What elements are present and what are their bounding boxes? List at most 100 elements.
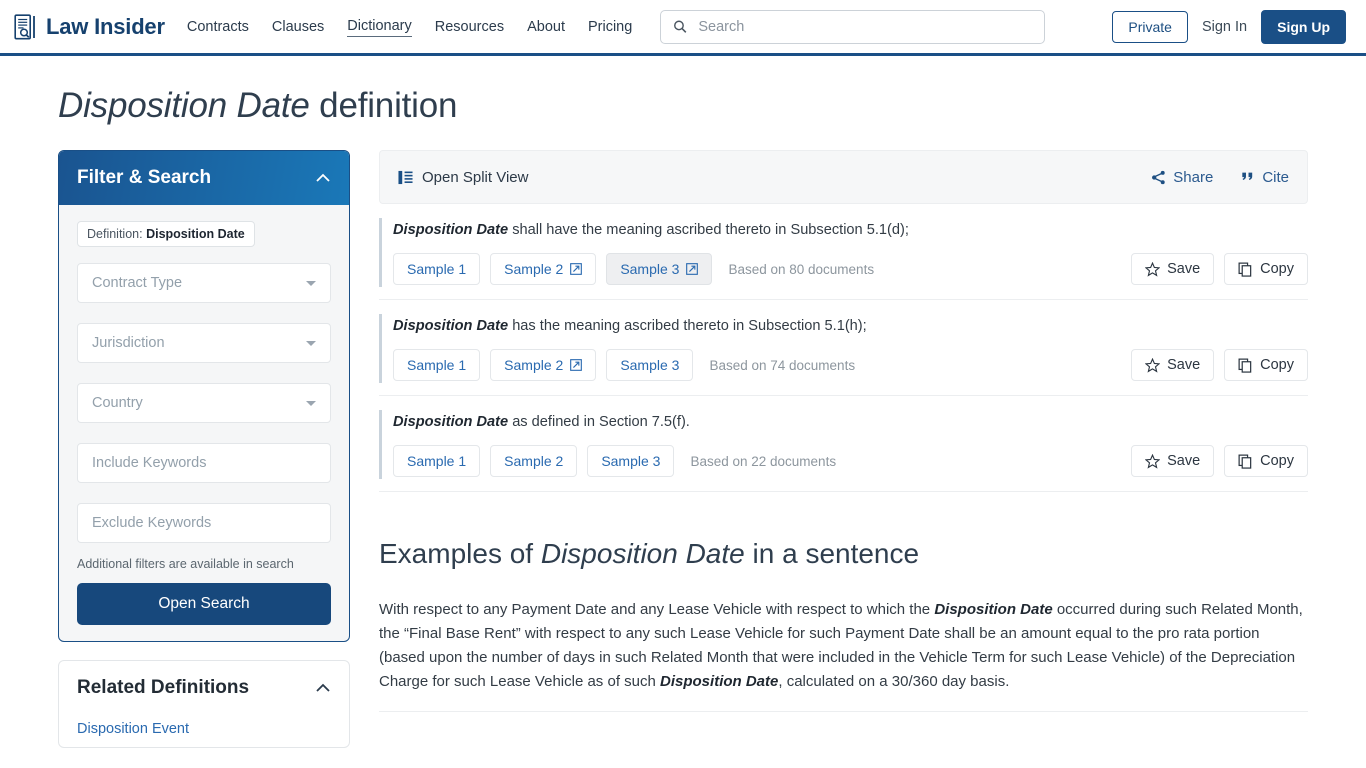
related-definitions-card: Related Definitions Disposition Event xyxy=(58,660,350,748)
save-button[interactable]: Save xyxy=(1131,445,1215,478)
chevron-up-icon[interactable] xyxy=(315,173,331,183)
external-link-icon xyxy=(570,359,583,372)
related-definition-link[interactable]: Disposition Event xyxy=(77,721,331,737)
example-bold-2: Disposition Date xyxy=(660,672,779,690)
logo[interactable]: Law Insider xyxy=(14,14,165,40)
cite-button[interactable]: Cite xyxy=(1241,169,1289,186)
sample-3-label: Sample 3 xyxy=(601,453,661,470)
related-definitions-title: Related Definitions xyxy=(77,677,250,698)
sign-up-button[interactable]: Sign Up xyxy=(1261,9,1346,44)
sample-3-label: Sample 3 xyxy=(620,261,680,278)
search-box[interactable] xyxy=(660,9,1046,44)
open-search-button[interactable]: Open Search xyxy=(77,583,331,625)
sample-1-label: Sample 1 xyxy=(407,453,467,470)
open-split-view-label: Open Split View xyxy=(422,168,529,186)
example-divider xyxy=(379,711,1308,713)
contract-type-select[interactable]: Contract Type xyxy=(77,263,331,303)
exclude-keywords-input[interactable]: Exclude Keywords xyxy=(77,503,331,543)
nav-item-clauses[interactable]: Clauses xyxy=(272,17,324,37)
definition-term: Disposition Date xyxy=(393,414,509,431)
example-paragraph: With respect to any Payment Date and any… xyxy=(379,598,1308,693)
sample-1-label: Sample 1 xyxy=(407,261,467,278)
nav-item-resources[interactable]: Resources xyxy=(435,17,504,37)
definition-term: Disposition Date xyxy=(393,222,509,238)
nav-item-about[interactable]: About xyxy=(527,17,565,37)
include-keywords-input[interactable]: Include Keywords xyxy=(77,443,331,483)
auth-actions: Private Sign In Sign Up xyxy=(1112,9,1346,44)
page-title-term: Disposition Date xyxy=(58,86,310,125)
examples-heading: Examples of Disposition Date in a senten… xyxy=(379,538,1308,570)
sample-1-label: Sample 1 xyxy=(407,357,467,374)
copy-button[interactable]: Copy xyxy=(1224,445,1308,478)
sample-1-button[interactable]: Sample 1 xyxy=(393,445,481,478)
sample-1-button[interactable]: Sample 1 xyxy=(393,349,481,382)
definition-body: shall have the meaning ascribed thereto … xyxy=(508,222,909,238)
document-search-icon xyxy=(14,13,35,40)
main-content: Open Split View Share Cite Disposition D… xyxy=(379,150,1308,748)
sample-2-label: Sample 2 xyxy=(504,261,564,278)
country-select[interactable]: Country xyxy=(77,383,331,423)
sample-3-label: Sample 3 xyxy=(620,357,680,374)
contract-type-select-label: Contract Type xyxy=(92,275,183,291)
definition-chip-term: Disposition Date xyxy=(146,227,245,241)
row-actions: Save Copy xyxy=(1131,253,1308,286)
jurisdiction-select[interactable]: Jurisdiction xyxy=(77,323,331,363)
sample-3-button[interactable]: Sample 3 xyxy=(606,253,713,286)
definition-body: has the meaning ascribed thereto in Subs… xyxy=(508,318,867,335)
example-part-1: With respect to any Payment Date and any… xyxy=(379,601,935,619)
filter-search-header[interactable]: Filter & Search xyxy=(59,151,349,205)
sample-2-label: Sample 2 xyxy=(504,453,564,470)
example-part-3: , calculated on a 30/360 day basis. xyxy=(778,672,1010,690)
copy-button[interactable]: Copy xyxy=(1224,253,1308,286)
definition-body: as defined in Section 7.5(f). xyxy=(508,414,690,431)
sample-1-button[interactable]: Sample 1 xyxy=(393,253,481,286)
examples-heading-suffix: in a sentence xyxy=(744,538,920,570)
private-button[interactable]: Private xyxy=(1112,10,1188,43)
examples-heading-prefix: Examples of xyxy=(379,538,541,570)
copy-button[interactable]: Copy xyxy=(1224,349,1308,382)
nav-item-pricing[interactable]: Pricing xyxy=(588,17,632,37)
save-button[interactable]: Save xyxy=(1131,349,1215,382)
share-button[interactable]: Share xyxy=(1151,169,1213,186)
sidebar: Filter & Search Definition: Disposition … xyxy=(58,150,350,748)
main-nav: Contracts Clauses Dictionary Resources A… xyxy=(187,16,632,37)
open-split-view-button[interactable]: Open Split View xyxy=(398,169,528,186)
related-definitions-header[interactable]: Related Definitions xyxy=(77,677,331,699)
save-label: Save xyxy=(1167,261,1201,278)
chevron-down-icon xyxy=(306,340,316,346)
definition-actions: Sample 1 Sample 2 Sample 3 Based on 80 d… xyxy=(393,253,1308,286)
star-icon xyxy=(1145,261,1161,277)
based-on-label: Based on 22 documents xyxy=(690,453,837,469)
results-toolbar: Open Split View Share Cite xyxy=(379,150,1308,204)
filter-search-title: Filter & Search xyxy=(77,167,212,188)
sample-3-button[interactable]: Sample 3 xyxy=(606,349,694,382)
copy-icon xyxy=(1238,358,1252,373)
row-actions: Save Copy xyxy=(1131,349,1308,382)
definition-chip[interactable]: Definition: Disposition Date xyxy=(77,221,255,247)
definition-chip-prefix: Definition: xyxy=(87,227,147,241)
row-actions: Save Copy xyxy=(1131,445,1308,478)
chevron-up-icon[interactable] xyxy=(315,683,331,693)
chevron-down-icon xyxy=(306,280,316,286)
sample-2-button[interactable]: Sample 2 xyxy=(490,349,597,382)
sample-3-button[interactable]: Sample 3 xyxy=(587,445,675,478)
sample-2-button[interactable]: Sample 2 xyxy=(490,445,578,478)
include-keywords-placeholder: Include Keywords xyxy=(92,455,207,471)
sign-in-link[interactable]: Sign In xyxy=(1202,19,1247,35)
definition-text: Disposition Date as defined in Section 7… xyxy=(393,412,1308,433)
sample-2-label: Sample 2 xyxy=(504,357,564,374)
definition-row: Disposition Date shall have the meaning … xyxy=(379,204,1308,301)
copy-label: Copy xyxy=(1260,453,1294,470)
sample-2-button[interactable]: Sample 2 xyxy=(490,253,597,286)
nav-item-contracts[interactable]: Contracts xyxy=(187,17,249,37)
share-icon xyxy=(1152,170,1165,184)
copy-icon xyxy=(1238,454,1252,469)
save-button[interactable]: Save xyxy=(1131,253,1215,286)
filter-search-card: Filter & Search Definition: Disposition … xyxy=(58,150,350,642)
copy-label: Copy xyxy=(1260,357,1294,374)
based-on-label: Based on 74 documents xyxy=(709,357,856,373)
nav-item-dictionary[interactable]: Dictionary xyxy=(347,16,412,37)
search-input[interactable] xyxy=(696,17,1033,36)
external-link-icon xyxy=(686,263,699,276)
example-bold-1: Disposition Date xyxy=(934,601,1053,619)
